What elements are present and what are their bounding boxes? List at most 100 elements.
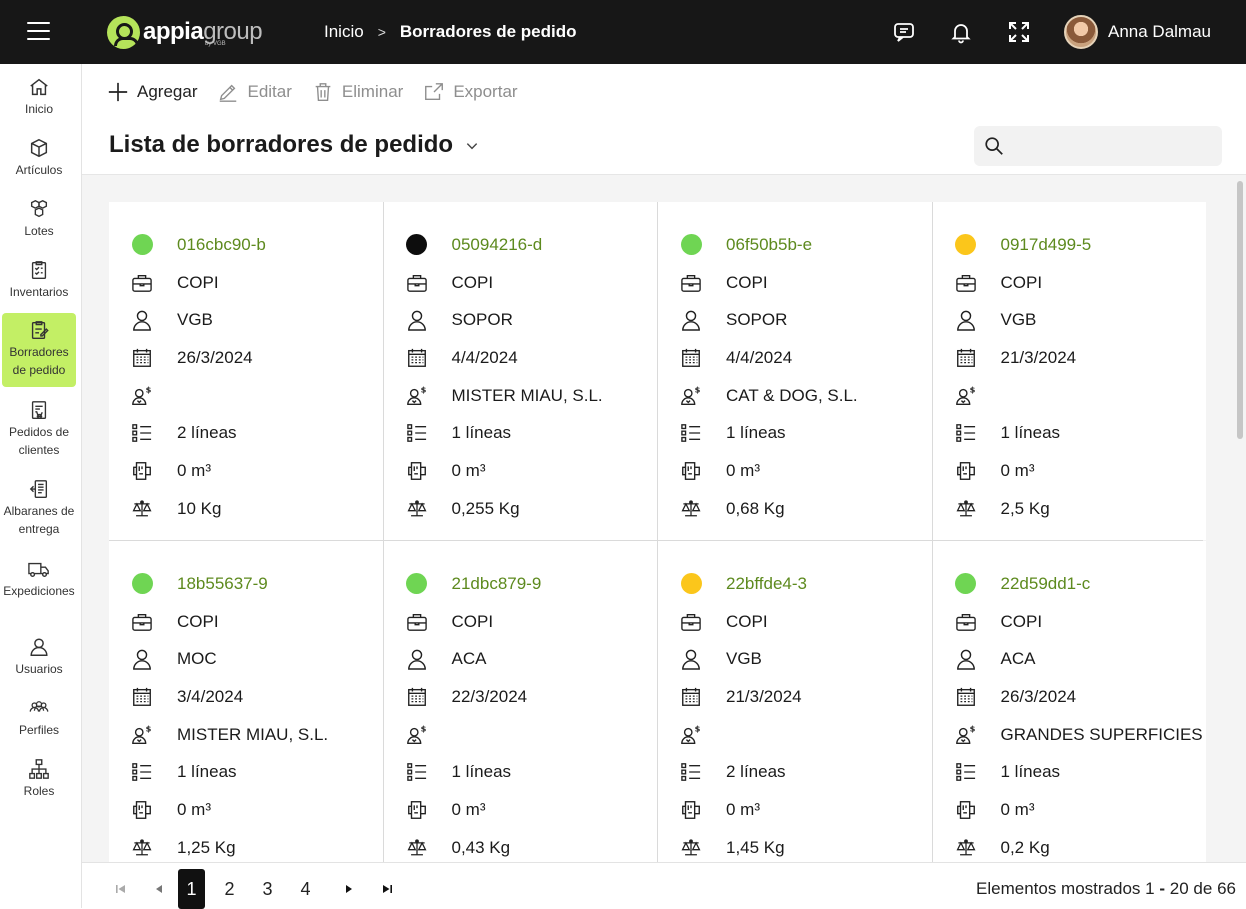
user-menu[interactable]: Anna Dalmau [1064,15,1211,49]
add-button[interactable]: Agregar [107,81,197,103]
card-date: 4/4/2024 [451,347,518,367]
card-date-row: 21/3/2024 [955,339,1207,377]
delete-button[interactable]: Eliminar [312,81,403,103]
briefcase-icon [406,272,428,294]
search-box[interactable] [974,126,1222,166]
card-lines-row: 1 líneas [131,753,383,791]
user-name[interactable]: Anna Dalmau [1108,22,1211,42]
chevron-down-icon[interactable] [465,139,479,153]
list-icon [131,761,153,783]
order-draft-card[interactable]: 22bffde4-3 COPI VGB 21/3/2024 $2 líneas 0 m³ 1… [658,541,932,862]
card-id[interactable]: 21dbc879-9 [452,574,542,594]
card-id[interactable]: 18b55637-9 [177,574,268,594]
next-page-icon [346,885,352,893]
card-user: VGB [177,310,213,330]
order-draft-card[interactable]: 05094216-d COPI SOPOR 4/4/2024 $ MISTER MIAU,… [383,202,658,540]
first-page-button[interactable] [102,869,140,909]
cards-area[interactable]: 016cbc90-b COPI VGB 26/3/2024 $2 líneas 0 m³ 1… [82,174,1246,862]
page-2[interactable]: 2 [216,869,243,909]
page-1[interactable]: 1 [178,869,205,909]
briefcase-icon [131,611,153,633]
chat-icon[interactable] [892,20,916,44]
sidebar-item-albaranes[interactable]: Albaranes de entrega [2,478,76,538]
card-header: 05094216-d [406,226,658,264]
page-4[interactable]: 4 [292,869,319,909]
card-company-row: COPI [955,603,1207,641]
card-user-row: VGB [955,301,1207,339]
card-customer: MISTER MIAU, S.L. [451,385,603,405]
sidebar-item-roles[interactable]: Roles [2,758,76,800]
card-user-row: ACA [406,640,658,678]
card-volume: 0 m³ [1000,460,1035,480]
card-id[interactable]: 0917d499-5 [1001,235,1092,255]
sidebar-item-inventarios[interactable]: Inventarios [2,259,76,301]
card-date-row: 4/4/2024 [680,339,932,377]
bell-icon[interactable] [949,20,973,44]
card-id[interactable]: 016cbc90-b [177,235,266,255]
status-dot [131,573,153,595]
page-title[interactable]: Lista de borradores de pedido [109,131,479,159]
first-page-icon [116,885,125,893]
card-weight-row: 0,68 Kg [680,490,932,528]
search-input[interactable] [1014,134,1214,158]
card-customer-row: $ [131,377,383,415]
card-user: ACA [451,649,487,669]
user-icon [680,648,702,670]
last-page-button[interactable] [368,869,406,909]
card-id[interactable]: 22d59dd1-c [1001,574,1091,594]
page-3[interactable]: 3 [254,869,281,909]
sidebar-item-articulos[interactable]: Artículos [2,137,76,179]
calendar-icon [406,347,428,369]
card-id[interactable]: 06f50b5b-e [726,235,812,255]
breadcrumb-home[interactable]: Inicio [324,22,364,42]
last-page-icon [383,885,392,893]
order-draft-card[interactable]: 016cbc90-b COPI VGB 26/3/2024 $2 líneas 0 m³ 1… [109,202,383,540]
card-user: MOC [177,649,217,669]
customer-money-icon: $ [131,724,153,746]
svg-text:$: $ [420,724,426,733]
card-date: 22/3/2024 [451,686,528,706]
sidebar-item-perfiles[interactable]: Perfiles [2,697,76,739]
next-page-button[interactable] [330,869,368,909]
pagination: 1 2 3 4 [102,869,406,909]
edit-button[interactable]: Editar [217,81,292,103]
status-dot [955,234,977,256]
scrollbar[interactable] [1237,181,1243,439]
menu-icon[interactable] [27,22,50,42]
card-weight-row: 1,25 Kg [131,829,383,862]
order-draft-card[interactable]: 21dbc879-9 COPI ACA 22/3/2024 $1 líneas 0 m³ 0… [383,541,658,862]
range-separator: - [1159,879,1166,898]
sidebar-item-inicio[interactable]: Inicio [2,76,76,118]
list-icon [680,761,702,783]
pagination-status: Elementos mostrados 1 - 20 de 66 [976,879,1236,899]
card-user: VGB [726,649,762,669]
sidebar-item-pedidos[interactable]: Pedidos de clientes [2,399,76,459]
brand-logo[interactable]: appiagroup by VGB [107,15,263,49]
card-header: 18b55637-9 [131,565,383,603]
prev-page-button[interactable] [140,869,178,909]
sidebar-item-borradores[interactable]: Borradores de pedido [2,313,76,387]
card-weight-row: 0,2 Kg [955,829,1207,862]
sidebar-item-expediciones[interactable]: Expediciones [2,558,76,600]
sidebar-item-lotes[interactable]: Lotes [2,198,76,240]
order-draft-card[interactable]: 0917d499-5 COPI VGB 21/3/2024 $1 líneas 0 m³ 2… [932,202,1207,540]
card-weight: 2,5 Kg [1000,498,1050,518]
order-draft-card[interactable]: 22d59dd1-c COPI ACA 26/3/2024 $ GRANDES SUPER… [932,541,1207,862]
avatar[interactable] [1064,15,1098,49]
fullscreen-icon[interactable] [1007,20,1031,44]
card-user: VGB [1000,310,1037,330]
card-id[interactable]: 22bffde4-3 [726,574,807,594]
cart-doc-icon [31,401,47,419]
range-end: 20 [1169,879,1189,898]
sidebar-item-label: Lotes [24,224,54,238]
export-button[interactable]: Exportar [423,81,518,103]
briefcase-icon [680,611,702,633]
card-id[interactable]: 05094216-d [452,235,543,255]
scale-icon [406,837,428,859]
card-lines: 2 líneas [726,762,786,782]
order-draft-card[interactable]: 06f50b5b-e COPI SOPOR 4/4/2024 $ CAT & DOG, S… [658,202,932,540]
volume-icon [406,799,428,821]
status-dot [680,573,702,595]
order-draft-card[interactable]: 18b55637-9 COPI MOC 3/4/2024 $ MISTER MIAU, S… [109,541,383,862]
sidebar-item-usuarios[interactable]: Usuarios [2,636,76,678]
